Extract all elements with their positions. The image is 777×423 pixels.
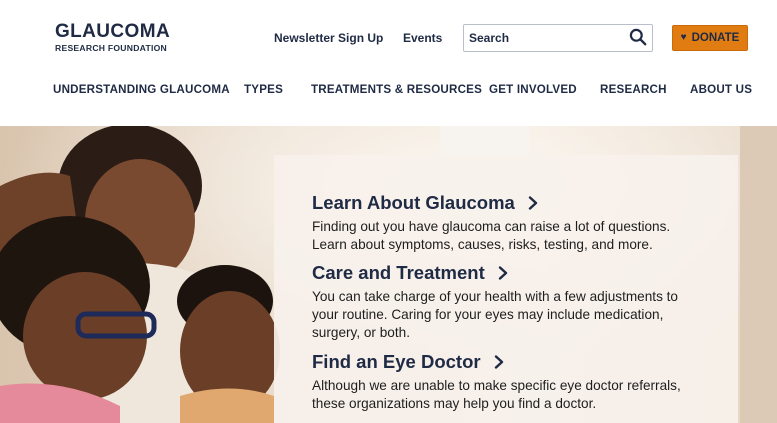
donate-button[interactable]: ♥ DONATE [672,25,748,51]
card-title-text: Learn About Glaucoma [312,192,515,213]
nav-item-treatments-resources[interactable]: TREATMENTS & RESOURCES [311,83,482,96]
newsletter-signup-link[interactable]: Newsletter Sign Up [274,31,383,45]
events-link[interactable]: Events [403,31,442,45]
card-title-text: Find an Eye Doctor [312,351,481,372]
card-description: You can take charge of your health with … [312,289,678,340]
nav-item-research[interactable]: RESEARCH [600,83,667,96]
card-description: Although we are unable to make specific … [312,378,681,411]
heart-icon: ♥ [680,32,687,43]
hero-content-panel: Learn About Glaucoma Finding out you hav… [274,155,738,423]
nav-item-about-us[interactable]: ABOUT US [690,83,752,96]
logo-sub-text: RESEARCH FOUNDATION [55,43,168,53]
nav-item-understanding-glaucoma[interactable]: UNDERSTANDING GLAUCOMA [53,83,230,96]
search-input[interactable] [469,29,619,47]
search-button[interactable] [628,28,648,48]
care-and-treatment-link[interactable]: Care and Treatment [312,262,509,284]
find-an-eye-doctor-link[interactable]: Find an Eye Doctor [312,351,505,373]
site-logo[interactable]: GLAUCOMA RESEARCH FOUNDATION [55,22,173,54]
card-title-text: Care and Treatment [312,262,485,283]
chevron-right-icon [494,355,503,369]
hero-section: Learn About Glaucoma Finding out you hav… [0,126,777,423]
search-box [463,24,653,52]
site-header: GLAUCOMA RESEARCH FOUNDATION Newsletter … [0,0,777,126]
search-icon [629,28,647,46]
chevron-right-icon [498,266,507,280]
chevron-right-icon [528,196,538,210]
learn-about-glaucoma-link[interactable]: Learn About Glaucoma [312,192,539,214]
donate-label: DONATE [691,32,740,44]
logo-main-text: GLAUCOMA [55,21,171,42]
nav-item-get-involved[interactable]: GET INVOLVED [489,83,577,96]
card-description: Finding out you have glaucoma can raise … [312,219,671,252]
main-nav: UNDERSTANDING GLAUCOMA TYPES TREATMENTS … [0,83,777,99]
nav-item-types[interactable]: TYPES [244,83,283,96]
